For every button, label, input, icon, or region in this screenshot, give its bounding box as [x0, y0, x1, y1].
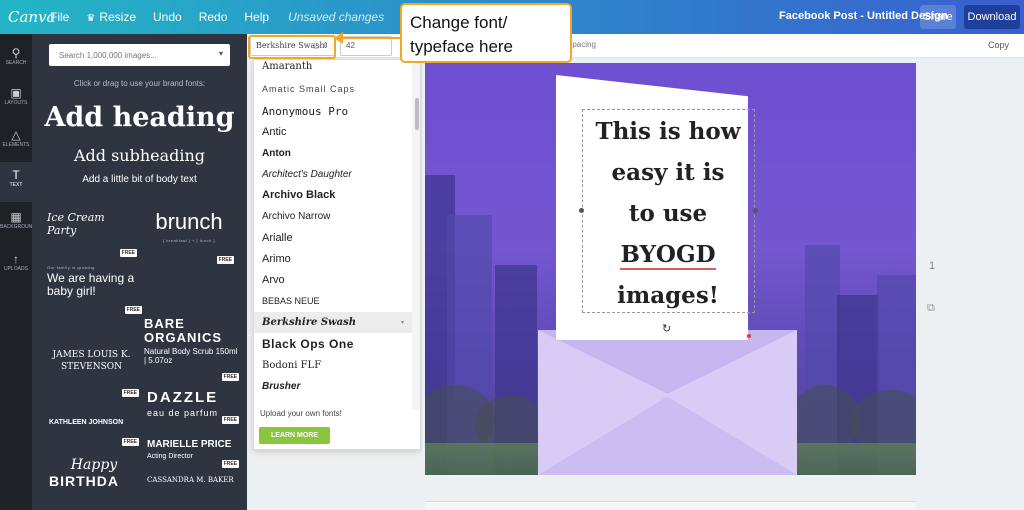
add-body-text-button[interactable]: Add a little bit of body text [32, 174, 247, 185]
canva-logo[interactable]: Canva [8, 8, 56, 26]
free-badge: FREE [221, 373, 239, 381]
callout-box: Change font/ typeface here [400, 3, 572, 63]
font-option-brusher[interactable]: Brusher [254, 376, 412, 397]
rail-uploads[interactable]: ↑ UPLOADS [0, 246, 32, 286]
font-option-archivo-narrow[interactable]: Archivo Narrow [254, 206, 412, 227]
image-search-input[interactable] [49, 44, 230, 66]
font-option-arialle[interactable]: Arialle [254, 228, 412, 249]
rail-elements[interactable]: △ ELEMENTS [0, 122, 32, 162]
callout-line [338, 37, 400, 39]
font-option-architects-daughter[interactable]: Architect's Daughter [254, 164, 412, 185]
rail-text[interactable]: T TEXT [0, 162, 32, 202]
free-badge: FREE [221, 416, 239, 424]
text-panel: ▾ Click or drag to use your brand fonts:… [32, 34, 247, 510]
font-option-antic[interactable]: Antic [254, 122, 412, 143]
menu-undo[interactable]: Undo [153, 10, 182, 24]
download-button[interactable]: Download [964, 5, 1020, 29]
chevron-down-icon[interactable]: ▾ [219, 49, 223, 58]
free-badge: FREE [124, 306, 142, 314]
design-canvas[interactable]: This is how easy it is to use BYOGD imag… [425, 63, 916, 475]
free-badge: FREE [216, 256, 234, 264]
page-number: 1 [929, 260, 936, 272]
uploads-icon: ↑ [13, 252, 19, 266]
template-brunch[interactable]: brunch [ breakfast ] + [ lunch ] FREE [144, 209, 234, 264]
font-option-black-ops-one[interactable]: Black Ops One [254, 334, 412, 355]
menu-file[interactable]: File [50, 10, 69, 24]
template-bare-organics[interactable]: BARE ORGANICS Natural Body Scrub 150ml |… [144, 317, 239, 381]
font-option-anonymous-pro[interactable]: Anonymous Pro [254, 101, 412, 122]
template-marielle[interactable]: MARIELLE PRICE Acting Director FREE [147, 439, 239, 469]
search-icon: ⚲ [11, 46, 21, 60]
background-icon: ▦ [10, 210, 22, 224]
template-ice-cream[interactable]: Ice Cream Party FREE [47, 211, 137, 259]
template-baby-girl[interactable]: Our family is growing We are having a ba… [47, 265, 142, 325]
free-badge: FREE [119, 249, 137, 257]
font-option-arimo[interactable]: Arimo [254, 249, 412, 270]
font-option-bebas-neue[interactable]: BEBAS NEUE [254, 291, 412, 312]
side-rail: ⚲ SEARCH ▣ LAYOUTS △ ELEMENTS T TEXT ▦ B… [0, 34, 36, 510]
font-option-anton[interactable]: Anton [254, 143, 412, 164]
brand-fonts-hint: Click or drag to use your brand fonts: [73, 79, 206, 88]
font-dropdown: Amaranth Amatic Small Caps Anonymous Pro… [253, 59, 421, 450]
text-icon: T [12, 168, 20, 182]
template-james[interactable]: JAMES LOUIS K. STEVENSON FREE [44, 349, 139, 409]
menu-resize[interactable]: Resize [86, 10, 136, 24]
font-option-archivo-black[interactable]: Archivo Black [254, 185, 412, 206]
font-size-select[interactable]: 42 [340, 36, 392, 56]
callout-line-1: Change font/ [410, 13, 508, 32]
resize-handle-left[interactable] [579, 208, 584, 213]
add-heading-button[interactable]: Add heading [32, 102, 247, 133]
duplicate-page-icon[interactable]: ⧉ [927, 302, 935, 315]
rail-layouts[interactable]: ▣ LAYOUTS [0, 80, 32, 120]
font-option-amatic[interactable]: Amatic Small Caps [254, 79, 412, 100]
unsaved-status: Unsaved changes [288, 10, 385, 24]
chevron-down-icon: ▾ [400, 319, 404, 326]
font-option-berkshire-swash[interactable]: Berkshire Swash ▾ [254, 312, 412, 333]
free-badge: FREE [121, 389, 139, 397]
scrollbar-thumb[interactable] [415, 98, 419, 130]
copy-button[interactable]: Copy [988, 40, 1009, 50]
font-option-arvo[interactable]: Arvo [254, 270, 412, 291]
rail-search[interactable]: ⚲ SEARCH [0, 40, 32, 80]
design-text-block[interactable]: This is how easy it is to use BYOGD imag… [588, 111, 748, 316]
free-badge: FREE [121, 438, 139, 446]
template-dazzle[interactable]: DAZZLE eau de parfum FREE [147, 389, 239, 437]
font-select-highlight [248, 35, 336, 59]
add-subheading-button[interactable]: Add subheading [32, 146, 247, 165]
layouts-icon: ▣ [10, 86, 22, 100]
rotate-handle-icon[interactable]: ↻ [662, 322, 671, 335]
menu-help[interactable]: Help [244, 10, 269, 24]
red-dot [747, 334, 751, 338]
font-option-bodoni[interactable]: Bodoni FLF [254, 355, 412, 376]
callout-line-2: typeface here [410, 37, 514, 56]
upload-fonts-text: Upload your own fonts! [260, 409, 342, 418]
menu-redo[interactable]: Redo [199, 10, 228, 24]
next-page-strip [425, 501, 916, 510]
elements-icon: △ [11, 128, 21, 142]
template-birthday[interactable]: Happy BIRTHDA [49, 457, 139, 505]
template-kathleen[interactable]: KATHLEEN JOHNSON FREE [49, 419, 139, 449]
share-button[interactable]: Share [920, 5, 956, 29]
free-badge: FREE [221, 460, 239, 468]
font-option-amaranth[interactable]: Amaranth [254, 60, 412, 74]
resize-handle-right[interactable] [753, 208, 758, 213]
callout-arrow-icon [334, 32, 343, 44]
template-cassandra[interactable]: CASSANDRA M. BAKER [147, 476, 239, 496]
learn-more-button[interactable]: LEARN MORE [259, 427, 330, 444]
rail-background[interactable]: ▦ BACKGROUND [0, 204, 36, 244]
